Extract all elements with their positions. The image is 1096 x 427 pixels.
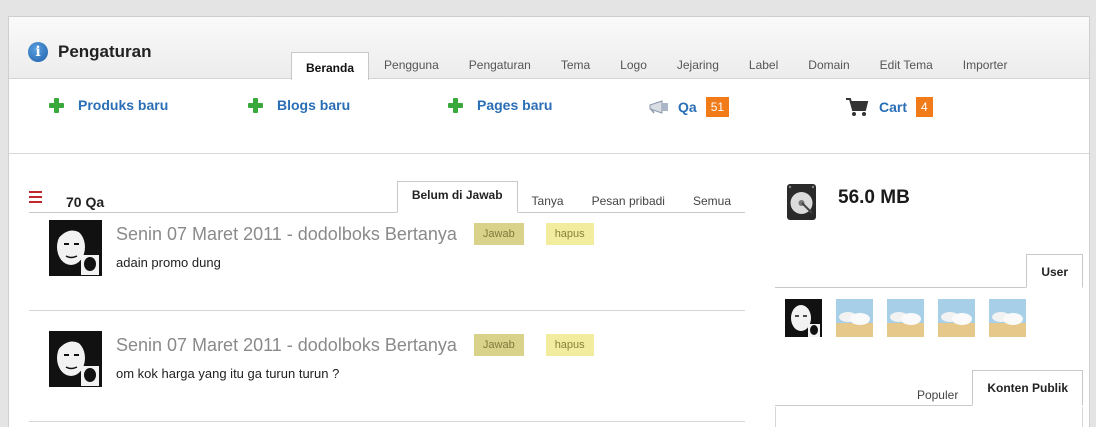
cart-label: Cart — [879, 99, 908, 115]
delete-button[interactable]: hapus — [545, 334, 594, 356]
qa-list: Senin 07 Maret 2011 - dodolboks Bertanya… — [29, 214, 745, 427]
qa-count-badge: 51 — [705, 97, 730, 117]
avatar — [49, 220, 102, 276]
tab-pengguna[interactable]: Pengguna — [369, 54, 454, 80]
users-panel: User — [775, 254, 1083, 337]
tab-semua[interactable]: Semua — [679, 189, 745, 213]
brand: i Pengaturan — [28, 42, 152, 62]
content-panel — [775, 407, 1083, 427]
list-icon — [29, 191, 42, 203]
tab-tanya[interactable]: Tanya — [518, 189, 578, 213]
tab-belum-di-jawab[interactable]: Belum di Jawab — [396, 181, 518, 213]
cart-icon — [846, 98, 869, 116]
default-avatar-icon[interactable] — [836, 299, 873, 337]
info-icon: i — [28, 42, 48, 62]
tab-pengaturan[interactable]: Pengaturan — [454, 54, 546, 80]
tab-tema[interactable]: Tema — [546, 54, 605, 80]
user-avatar-list — [775, 288, 1083, 337]
new-blog-link[interactable]: Blogs baru — [248, 97, 350, 113]
nav-tabs: Beranda Pengguna Pengaturan Tema Logo Je… — [291, 35, 1022, 80]
content-tab-row: Populer Konten Publik — [903, 370, 1083, 406]
tab-pesan-pribadi[interactable]: Pesan pribadi — [578, 189, 679, 213]
content-tabs: Populer Konten Publik — [775, 368, 1083, 406]
page-title: Pengaturan — [58, 42, 152, 61]
answer-button[interactable]: Jawab — [473, 334, 524, 356]
avatar[interactable] — [785, 299, 822, 337]
new-page-link[interactable]: Pages baru — [448, 97, 552, 113]
default-avatar-icon[interactable] — [989, 299, 1026, 337]
tab-label[interactable]: Label — [734, 54, 793, 80]
top-navigation-bar: i Pengaturan Beranda Pengguna Pengaturan… — [9, 17, 1089, 80]
quick-actions-bar: Produks baru Blogs baru Pages baru Qa 51 — [9, 80, 1089, 154]
qa-label: Qa — [678, 99, 697, 115]
qa-question: adain promo dung — [116, 255, 221, 270]
qa-section: 70 Qa Belum di Jawab Tanya Pesan pribadi… — [29, 181, 745, 427]
new-product-link[interactable]: Produks baru — [49, 97, 168, 113]
storage-value: 56.0 MB — [838, 187, 910, 208]
default-avatar-icon[interactable] — [887, 299, 924, 337]
tab-jejaring[interactable]: Jejaring — [662, 54, 734, 80]
new-product-label: Produks baru — [78, 97, 169, 113]
cart-count-badge: 4 — [916, 97, 933, 117]
qa-link[interactable]: Qa 51 — [648, 97, 730, 117]
list-item: Senin 07 Maret 2011 - dodolboks Bertanya… — [29, 214, 745, 311]
tab-edit-tema[interactable]: Edit Tema — [865, 54, 948, 80]
tab-user[interactable]: User — [1026, 254, 1083, 288]
tab-konten-publik[interactable]: Konten Publik — [972, 370, 1083, 406]
tab-populer[interactable]: Populer — [903, 380, 972, 406]
qa-question: om kok harga yang itu ga turun turun ? — [116, 366, 340, 381]
new-page-label: Pages baru — [477, 97, 553, 113]
hard-drive-icon — [787, 184, 816, 220]
main-panel: i Pengaturan Beranda Pengguna Pengaturan… — [8, 16, 1090, 427]
tab-domain[interactable]: Domain — [793, 54, 864, 80]
qa-title: 70 Qa — [66, 194, 105, 210]
tab-logo[interactable]: Logo — [605, 54, 662, 80]
tab-importer[interactable]: Importer — [948, 54, 1023, 80]
new-blog-label: Blogs baru — [277, 97, 351, 113]
qa-header: 70 Qa Belum di Jawab Tanya Pesan pribadi… — [29, 181, 745, 213]
answer-button[interactable]: Jawab — [473, 223, 524, 245]
cart-link[interactable]: Cart 4 — [845, 97, 933, 117]
megaphone-icon — [649, 100, 668, 114]
default-avatar-icon[interactable] — [938, 299, 975, 337]
qa-meta: Senin 07 Maret 2011 - dodolboks Bertanya… — [116, 223, 616, 245]
plus-icon — [49, 97, 64, 113]
qa-header-text: Senin 07 Maret 2011 - dodolboks Bertanya — [116, 334, 457, 355]
list-item: Senin 07 Maret 2011 - dodolboks Bertanya… — [29, 325, 745, 422]
qa-header-text: Senin 07 Maret 2011 - dodolboks Bertanya — [116, 223, 457, 244]
avatar — [49, 331, 102, 387]
plus-icon — [448, 97, 463, 113]
plus-icon — [248, 97, 263, 113]
delete-button[interactable]: hapus — [545, 223, 594, 245]
tab-beranda[interactable]: Beranda — [291, 52, 370, 80]
users-tabs: User — [775, 254, 1083, 288]
storage-usage: 56.0 MB — [786, 183, 910, 221]
qa-meta: Senin 07 Maret 2011 - dodolboks Bertanya… — [116, 334, 616, 356]
qa-tabs: Belum di Jawab Tanya Pesan pribadi Semua — [396, 181, 745, 213]
